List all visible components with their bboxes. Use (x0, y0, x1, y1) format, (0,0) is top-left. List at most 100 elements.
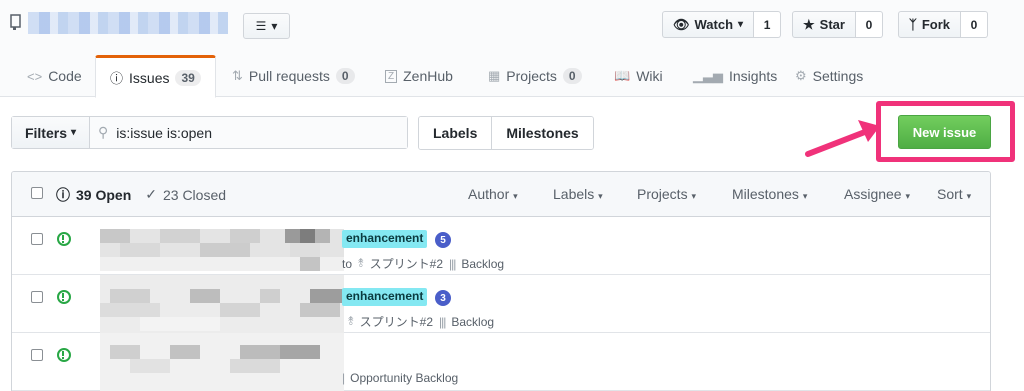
watch-count[interactable]: 1 (754, 11, 782, 38)
filters-dropdown-button[interactable]: Filters ▾ (12, 117, 90, 148)
tab-pull-requests[interactable]: ⇅ Pull requests 0 (232, 55, 355, 97)
redacted-issue-title[interactable] (100, 333, 344, 391)
tab-zenhub[interactable]: Z ZenHub (385, 55, 453, 97)
issue-opened-icon (57, 348, 71, 362)
tab-counter: 0 (335, 68, 355, 84)
book-icon: 📖 (614, 68, 631, 83)
check-icon: ✓ (145, 186, 157, 202)
comment-count-badge[interactable]: 5 (435, 232, 451, 248)
fork-icon: ᛉ (909, 17, 917, 32)
comment-count-badge[interactable]: 3 (435, 290, 451, 306)
redacted-issue-title[interactable] (100, 275, 344, 333)
open-issues-link[interactable]: ⓘ 39 Open (56, 185, 131, 205)
issue-checkbox[interactable] (31, 291, 43, 303)
view-toggle-button[interactable]: ☰ ▾ (243, 13, 290, 39)
zenhub-icon: Z (385, 69, 398, 83)
repo-header: ☰ ▾ 👁 Watch ▾ 1 ★ Star 0 ᛉ Fork 0 <> Cod… (0, 0, 1024, 98)
fork-count[interactable]: 0 (960, 11, 988, 38)
watch-label: Watch (694, 17, 734, 32)
label-enhancement[interactable]: enhancement (342, 288, 428, 306)
project-icon: ||| (449, 256, 456, 271)
caret-down-icon: ▾ (905, 191, 911, 201)
milestone-link[interactable]: スプリント#2 (360, 313, 433, 330)
issue-checkbox[interactable] (31, 349, 43, 361)
tab-label: Issues (129, 69, 170, 86)
menu-label: Milestones (732, 186, 799, 202)
project-icon: | (342, 371, 345, 385)
tab-insights[interactable]: ▁▃▅ Insights (693, 55, 777, 97)
issue-states: ⓘ 39 Open ✓ 23 Closed (56, 172, 226, 217)
gear-icon: ⚙ (795, 68, 807, 83)
search-input[interactable] (116, 124, 387, 141)
issue-opened-icon: ⓘ (110, 71, 124, 86)
select-all-checkbox[interactable] (31, 187, 43, 199)
project-link[interactable]: Opportunity Backlog (350, 371, 458, 385)
issue-row[interactable]: enhancement 3 ⥉ スプリント#2 ||| Backlog (12, 275, 990, 333)
search-wrap: ⚲ (90, 117, 407, 148)
issue-meta: to ⥉ スプリント#2 ||| Backlog (342, 255, 504, 272)
tab-label: Code (48, 68, 82, 84)
project-link[interactable]: Backlog (461, 257, 504, 271)
list-icon: ☰ (255, 19, 267, 33)
watch-button[interactable]: 👁 Watch ▾ (662, 11, 755, 38)
author-filter[interactable]: Author ▾ (468, 186, 518, 202)
code-icon: <> (27, 68, 43, 84)
issue-meta: ⥉ スプリント#2 ||| Backlog (342, 313, 494, 330)
fork-label: Fork (921, 17, 950, 32)
graph-icon: ▁▃▅ (693, 68, 723, 83)
issue-opened-icon (57, 232, 71, 246)
milestones-filter[interactable]: Milestones ▾ (732, 186, 807, 202)
milestone-icon: ⥉ (348, 314, 354, 328)
star-label: Star (819, 17, 845, 32)
repo-title-redacted[interactable] (28, 12, 228, 34)
project-link[interactable]: Backlog (451, 315, 494, 329)
new-issue-button[interactable]: New issue (898, 115, 991, 149)
tab-label: Projects (506, 68, 557, 84)
repo-icon (10, 14, 21, 30)
labels-button[interactable]: Labels (419, 117, 492, 149)
milestone-link[interactable]: スプリント#2 (370, 255, 443, 272)
filter-bar: Filters ▾ ⚲ (11, 116, 408, 149)
assignee-filter[interactable]: Assignee ▾ (844, 186, 910, 202)
tab-label: Wiki (636, 68, 663, 84)
caret-down-icon: ▾ (70, 127, 77, 138)
issues-list-header: ⓘ 39 Open ✓ 23 Closed Author ▾ Labels ▾ … (12, 172, 990, 217)
tab-issues[interactable]: ⓘ Issues 39 (95, 55, 216, 98)
star-group: ★ Star 0 (792, 11, 883, 38)
sort-filter[interactable]: Sort ▾ (937, 186, 971, 202)
closed-issues-link[interactable]: ✓ 23 Closed (145, 186, 226, 203)
star-count[interactable]: 0 (855, 11, 883, 38)
filters-label: Filters (24, 124, 67, 141)
project-icon: ▦ (488, 68, 501, 83)
closed-count: 23 Closed (162, 186, 227, 203)
issue-meta: | Opportunity Backlog (342, 371, 458, 385)
search-icon: ⚲ (98, 124, 109, 140)
labels-filter[interactable]: Labels ▾ (553, 186, 603, 202)
watch-group: 👁 Watch ▾ 1 (662, 11, 782, 38)
labels-milestones-group: Labels Milestones (418, 116, 594, 150)
git-pull-request-icon: ⇅ (232, 68, 243, 83)
tab-code[interactable]: <> Code (27, 55, 82, 97)
issue-row[interactable]: | Opportunity Backlog (12, 333, 990, 391)
projects-filter[interactable]: Projects ▾ (637, 186, 696, 202)
caret-down-icon: ▾ (966, 191, 972, 201)
menu-label: Assignee (844, 186, 902, 202)
star-button[interactable]: ★ Star (792, 11, 856, 38)
tab-settings[interactable]: ⚙ Settings (795, 55, 863, 97)
menu-label: Labels (553, 186, 595, 202)
issue-row[interactable]: enhancement 5 to ⥉ スプリント#2 ||| Backlog (12, 217, 990, 275)
fork-button[interactable]: ᛉ Fork (898, 11, 961, 38)
milestone-icon: ⥉ (358, 256, 364, 270)
open-count: 39 Open (76, 186, 132, 203)
repo-nav: <> Code ⓘ Issues 39 ⇅ Pull requests 0 Z … (0, 55, 1024, 98)
issues-list: ⓘ 39 Open ✓ 23 Closed Author ▾ Labels ▾ … (11, 171, 991, 391)
tab-projects[interactable]: ▦ Projects 0 (488, 55, 582, 97)
redacted-issue-title[interactable] (100, 229, 344, 271)
tab-counter: 0 (562, 68, 582, 84)
milestones-button[interactable]: Milestones (491, 117, 593, 149)
menu-label: Sort (937, 186, 963, 202)
tab-wiki[interactable]: 📖 Wiki (614, 55, 663, 97)
issue-checkbox[interactable] (31, 233, 43, 245)
caret-down-icon: ▾ (691, 191, 696, 201)
label-enhancement[interactable]: enhancement (342, 230, 428, 248)
